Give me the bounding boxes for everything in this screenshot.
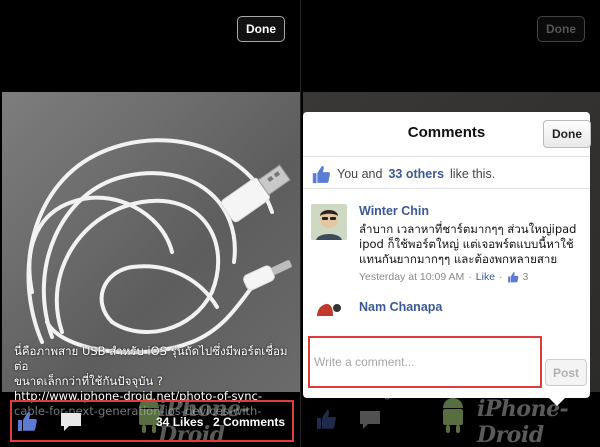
like-thumb-icon (312, 165, 330, 184)
comment-meta: Yesterday at 10:09 AM · Like · 3 (359, 271, 529, 283)
commenter-name[interactable]: Winter Chin (359, 204, 429, 218)
comment-text: ลำบาก เวลาหาที่ชาร์ตมากๆๆ ส่วนใหญ่ipad i… (359, 222, 577, 266)
sheet-done-button[interactable]: Done (543, 120, 591, 148)
comment-like-count: 3 (522, 271, 529, 283)
comment-input[interactable] (314, 344, 536, 380)
photo-action-bar: 34 Likes 2 Comments (10, 400, 294, 442)
watermark: iPhone-Droid (477, 396, 569, 447)
like-thumb-icon[interactable] (16, 410, 38, 432)
caption-line: ขนาดเล็กกว่าที่ใช้กันปัจจุบัน ? (14, 374, 163, 388)
post-button[interactable]: Post (545, 359, 587, 386)
caption-line: นี่คือภาพสาย USB สำหรับ iOS รุ่นถัดไปซึ่… (14, 344, 288, 373)
dimmed-comment-icon (360, 411, 380, 429)
divider (303, 156, 590, 157)
android-icon (443, 398, 463, 433)
avatar[interactable] (311, 298, 347, 316)
like-thumb-icon (507, 272, 518, 283)
likes-summary[interactable]: You and 33 others like this. (311, 164, 495, 184)
dimmed-like-icon (317, 410, 336, 429)
done-button[interactable]: Done (237, 16, 285, 42)
done-button-disabled: Done (537, 16, 585, 42)
comment-count[interactable]: 2 Comments (213, 415, 285, 429)
likes-others-link[interactable]: 33 others (388, 167, 444, 181)
commenter-name[interactable]: Nam Chanapa (359, 300, 442, 314)
comment-input-box[interactable] (308, 336, 542, 388)
avatar[interactable] (311, 204, 347, 240)
comment-like-link[interactable]: Like (476, 271, 495, 283)
comment-time: Yesterday at 10:09 AM (359, 271, 465, 283)
like-count[interactable]: 34 Likes (156, 415, 203, 429)
comment-bubble-icon[interactable] (60, 412, 82, 432)
comment-item: Winter Chin ลำบาก เวลาหาที่ชาร์ตมากๆๆ ส่… (311, 204, 591, 284)
photo-viewer-panel: Done นี่คือภาพสาย USB สำหรับ iOS รุ่นถัด… (0, 0, 300, 447)
sheet-pointer (547, 396, 567, 406)
comment-item: Nam Chanapa (311, 298, 591, 328)
divider (303, 188, 590, 189)
